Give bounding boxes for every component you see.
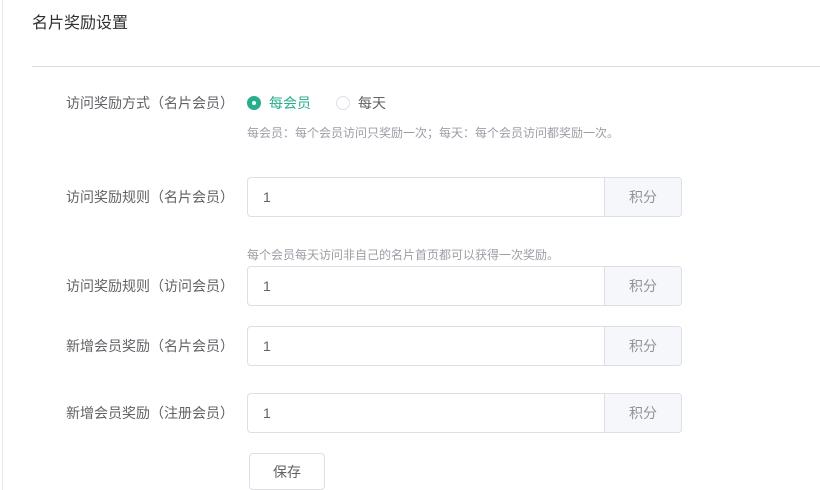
form-row-visit-rule-card: 访问奖励规则（名片会员） 积分 <box>32 177 820 217</box>
form-row-save: 保存 <box>32 453 820 490</box>
visit-rule-card-label: 访问奖励规则（名片会员） <box>32 187 247 207</box>
radio-per-day[interactable]: 每天 <box>336 93 386 113</box>
new-member-register-input-group: 积分 <box>247 393 682 433</box>
visit-rule-card-unit: 积分 <box>604 178 681 216</box>
radio-selected-icon <box>247 96 261 110</box>
new-member-card-unit: 积分 <box>604 327 681 365</box>
page-title: 名片奖励设置 <box>32 14 820 34</box>
visit-rule-visitor-unit: 积分 <box>604 267 681 305</box>
visit-rule-card-input-group: 积分 <box>247 177 682 217</box>
form-row-reward-mode: 访问奖励方式（名片会员） 每会员 每天 每会员：每个会员访问只奖励一次；每天：每… <box>32 94 820 142</box>
reward-mode-label: 访问奖励方式（名片会员） <box>32 94 247 112</box>
radio-per-member[interactable]: 每会员 <box>247 93 311 113</box>
visit-rule-visitor-tip-text: 每个会员每天访问非自己的名片首页都可以获得一次奖励。 <box>247 247 682 264</box>
reward-mode-helper-text: 每会员：每个会员访问只奖励一次；每天：每个会员访问都奖励一次。 <box>247 125 619 142</box>
form-row-new-member-card: 新增会员奖励（名片会员） 积分 <box>32 326 820 366</box>
visit-rule-visitor-input-group: 积分 <box>247 266 682 306</box>
new-member-card-label: 新增会员奖励（名片会员） <box>32 336 247 356</box>
visit-rule-visitor-control: 每个会员每天访问非自己的名片首页都可以获得一次奖励。 积分 <box>247 247 682 306</box>
visit-rule-card-input[interactable] <box>248 178 604 216</box>
visit-rule-visitor-input[interactable] <box>248 267 604 305</box>
new-member-register-label: 新增会员奖励（注册会员） <box>32 403 247 423</box>
visit-rule-visitor-label: 访问奖励规则（访问会员） <box>32 266 247 306</box>
new-member-card-input[interactable] <box>248 327 604 365</box>
radio-per-day-label: 每天 <box>358 93 386 113</box>
reward-mode-radio-group: 每会员 每天 <box>247 94 619 112</box>
new-member-register-input[interactable] <box>248 394 604 432</box>
form-row-visit-rule-visitor: 访问奖励规则（访问会员） 每个会员每天访问非自己的名片首页都可以获得一次奖励。 … <box>32 247 820 306</box>
reward-settings-form: 访问奖励方式（名片会员） 每会员 每天 每会员：每个会员访问只奖励一次；每天：每… <box>32 67 820 490</box>
form-row-new-member-register: 新增会员奖励（注册会员） 积分 <box>32 393 820 433</box>
radio-per-member-label: 每会员 <box>269 93 311 113</box>
new-member-register-unit: 积分 <box>604 394 681 432</box>
radio-unselected-icon <box>336 96 350 110</box>
reward-mode-control: 每会员 每天 每会员：每个会员访问只奖励一次；每天：每个会员访问都奖励一次。 <box>247 94 619 142</box>
save-button[interactable]: 保存 <box>249 453 325 490</box>
new-member-card-input-group: 积分 <box>247 326 682 366</box>
settings-panel: 名片奖励设置 访问奖励方式（名片会员） 每会员 每天 每会员：每个会员访问只奖励… <box>2 0 820 490</box>
